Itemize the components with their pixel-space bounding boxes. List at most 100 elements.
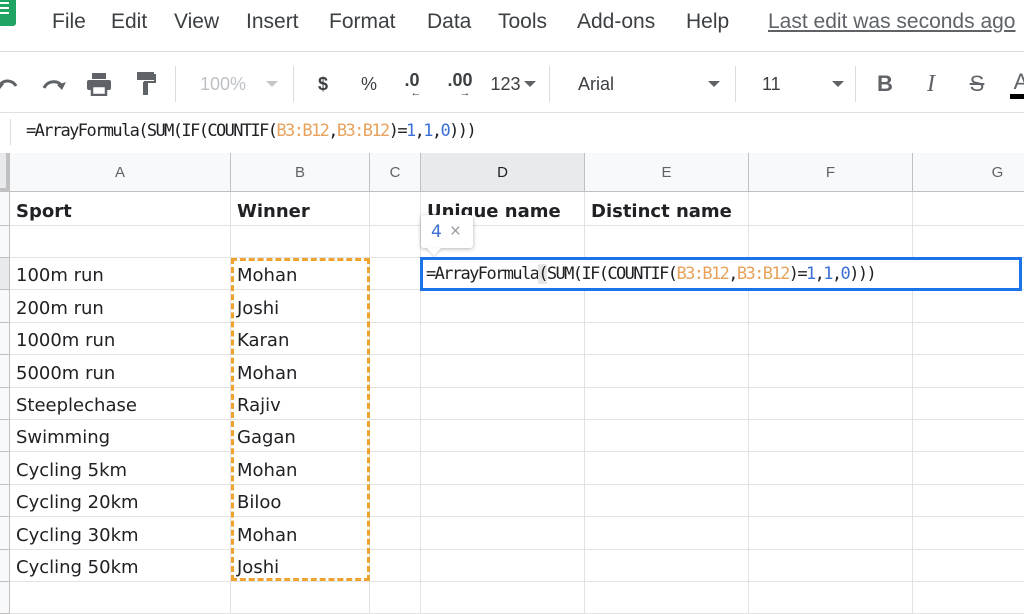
row-header-1[interactable] — [0, 192, 10, 226]
cell-d8[interactable] — [421, 420, 585, 453]
cell-d10[interactable] — [421, 484, 585, 518]
row-header-4[interactable] — [0, 290, 10, 323]
cell-a1[interactable]: Sport — [10, 192, 231, 226]
cell-d13[interactable] — [421, 582, 585, 614]
cell-e13[interactable] — [585, 582, 749, 614]
cell-f4[interactable] — [749, 290, 913, 323]
cell-b1[interactable]: Winner — [231, 192, 370, 226]
cell-e6[interactable] — [585, 355, 749, 388]
close-icon[interactable]: × — [450, 222, 461, 241]
cell-c1[interactable] — [370, 192, 421, 226]
cell-c7[interactable] — [370, 387, 421, 420]
cell-f10[interactable] — [749, 484, 913, 518]
italic-button[interactable]: I — [916, 68, 946, 100]
cell-e8[interactable] — [585, 420, 749, 453]
menu-view[interactable]: View — [174, 10, 219, 34]
cell-b2[interactable] — [231, 226, 370, 258]
menu-insert[interactable]: Insert — [246, 10, 299, 34]
font-family-select[interactable]: Arial — [572, 68, 724, 100]
column-header-e[interactable]: E — [585, 153, 749, 192]
bold-button[interactable]: B — [870, 68, 900, 100]
menu-help[interactable]: Help — [686, 10, 729, 34]
cell-a10[interactable]: Cycling 20km — [10, 484, 231, 518]
cell-f7[interactable] — [749, 387, 913, 420]
column-header-f[interactable]: F — [749, 153, 913, 192]
cell-f6[interactable] — [749, 355, 913, 388]
more-formats-button[interactable]: 123 — [486, 68, 540, 100]
row-header-2[interactable] — [0, 226, 10, 258]
cell-f8[interactable] — [749, 420, 913, 453]
cell-b13[interactable] — [231, 582, 370, 614]
cell-g8[interactable] — [913, 420, 1024, 453]
spreadsheet-grid[interactable]: A B C D E F G Sport Winner Unique name Distinct na… — [0, 153, 1024, 614]
menu-data[interactable]: Data — [427, 10, 471, 34]
cell-g7[interactable] — [913, 388, 1024, 420]
cell-a2[interactable] — [10, 226, 231, 258]
cell-a8[interactable]: Swimming — [10, 420, 231, 453]
print-button[interactable] — [84, 68, 114, 100]
cell-e7[interactable] — [585, 387, 749, 420]
cell-f11[interactable] — [749, 517, 913, 550]
cell-g4[interactable] — [913, 290, 1024, 323]
row-header-3[interactable] — [0, 258, 10, 291]
cell-a4[interactable]: 200m run — [10, 290, 231, 323]
strikethrough-button[interactable]: S — [962, 68, 992, 100]
cell-g13[interactable] — [913, 582, 1024, 614]
cell-b10[interactable]: Biloo — [231, 484, 370, 518]
menu-format[interactable]: Format — [329, 10, 396, 34]
cell-f2[interactable] — [749, 226, 913, 258]
cell-c11[interactable] — [370, 517, 421, 550]
row-header-8[interactable] — [0, 420, 10, 453]
redo-button[interactable] — [38, 68, 70, 100]
cell-c5[interactable] — [370, 322, 421, 356]
currency-format-button[interactable]: $ — [310, 68, 336, 100]
formula-bar[interactable]: =ArrayFormula(SUM(IF(COUNTIF(B3:B12,B3:B… — [0, 112, 1024, 152]
cell-b7[interactable]: Rajiv — [231, 387, 370, 420]
formula-input[interactable]: =ArrayFormula(SUM(IF(COUNTIF(B3:B12,B3:B… — [26, 121, 477, 141]
cell-e9[interactable] — [585, 452, 749, 485]
cell-d4[interactable] — [421, 290, 585, 323]
cell-g2[interactable] — [913, 226, 1024, 258]
column-header-d[interactable]: D — [421, 153, 585, 192]
cell-b4[interactable]: Joshi — [231, 290, 370, 323]
cell-a3[interactable]: 100m run — [10, 258, 231, 291]
row-header-12[interactable] — [0, 549, 10, 582]
cell-d5[interactable] — [421, 322, 585, 356]
cell-e12[interactable] — [585, 549, 749, 582]
active-cell-editor[interactable]: =ArrayFormula(SUM(IF(COUNTIF(B3:B12,B3:B… — [420, 257, 1022, 291]
cell-e2[interactable] — [585, 226, 749, 258]
cell-c10[interactable] — [370, 484, 421, 518]
cell-g5[interactable] — [913, 323, 1024, 356]
paint-format-button[interactable] — [132, 68, 160, 100]
cell-g6[interactable] — [913, 355, 1024, 388]
cell-f12[interactable] — [749, 549, 913, 582]
menu-tools[interactable]: Tools — [498, 10, 547, 34]
cell-d9[interactable] — [421, 452, 585, 485]
last-edit-link[interactable]: Last edit was seconds ago — [768, 10, 1016, 34]
cell-a9[interactable]: Cycling 5km — [10, 452, 231, 485]
cell-d12[interactable] — [421, 549, 585, 582]
row-header-11[interactable] — [0, 517, 10, 550]
row-header-7[interactable] — [0, 387, 10, 420]
cell-b12[interactable]: Joshi — [231, 549, 370, 582]
cell-g9[interactable] — [913, 452, 1024, 485]
row-header-6[interactable] — [0, 355, 10, 388]
cell-b5[interactable]: Karan — [231, 322, 370, 356]
cell-e4[interactable] — [585, 290, 749, 323]
column-header-g[interactable]: G — [913, 153, 1024, 192]
cell-f1[interactable] — [749, 192, 913, 226]
cell-d6[interactable] — [421, 355, 585, 388]
cell-f13[interactable] — [749, 582, 913, 614]
text-color-button[interactable]: A — [1006, 68, 1024, 100]
font-size-select[interactable]: 11 — [756, 68, 846, 100]
cell-b6[interactable]: Mohan — [231, 355, 370, 388]
cell-g10[interactable] — [913, 485, 1024, 518]
cell-c6[interactable] — [370, 355, 421, 388]
cell-e1[interactable]: Distinct name — [585, 192, 749, 226]
cell-b3[interactable]: Mohan — [231, 258, 370, 291]
cell-c3[interactable] — [370, 258, 421, 291]
column-header-a[interactable]: A — [10, 153, 231, 192]
cell-a13[interactable] — [10, 582, 231, 614]
menu-addons[interactable]: Add-ons — [577, 10, 655, 34]
cell-d11[interactable] — [421, 517, 585, 550]
